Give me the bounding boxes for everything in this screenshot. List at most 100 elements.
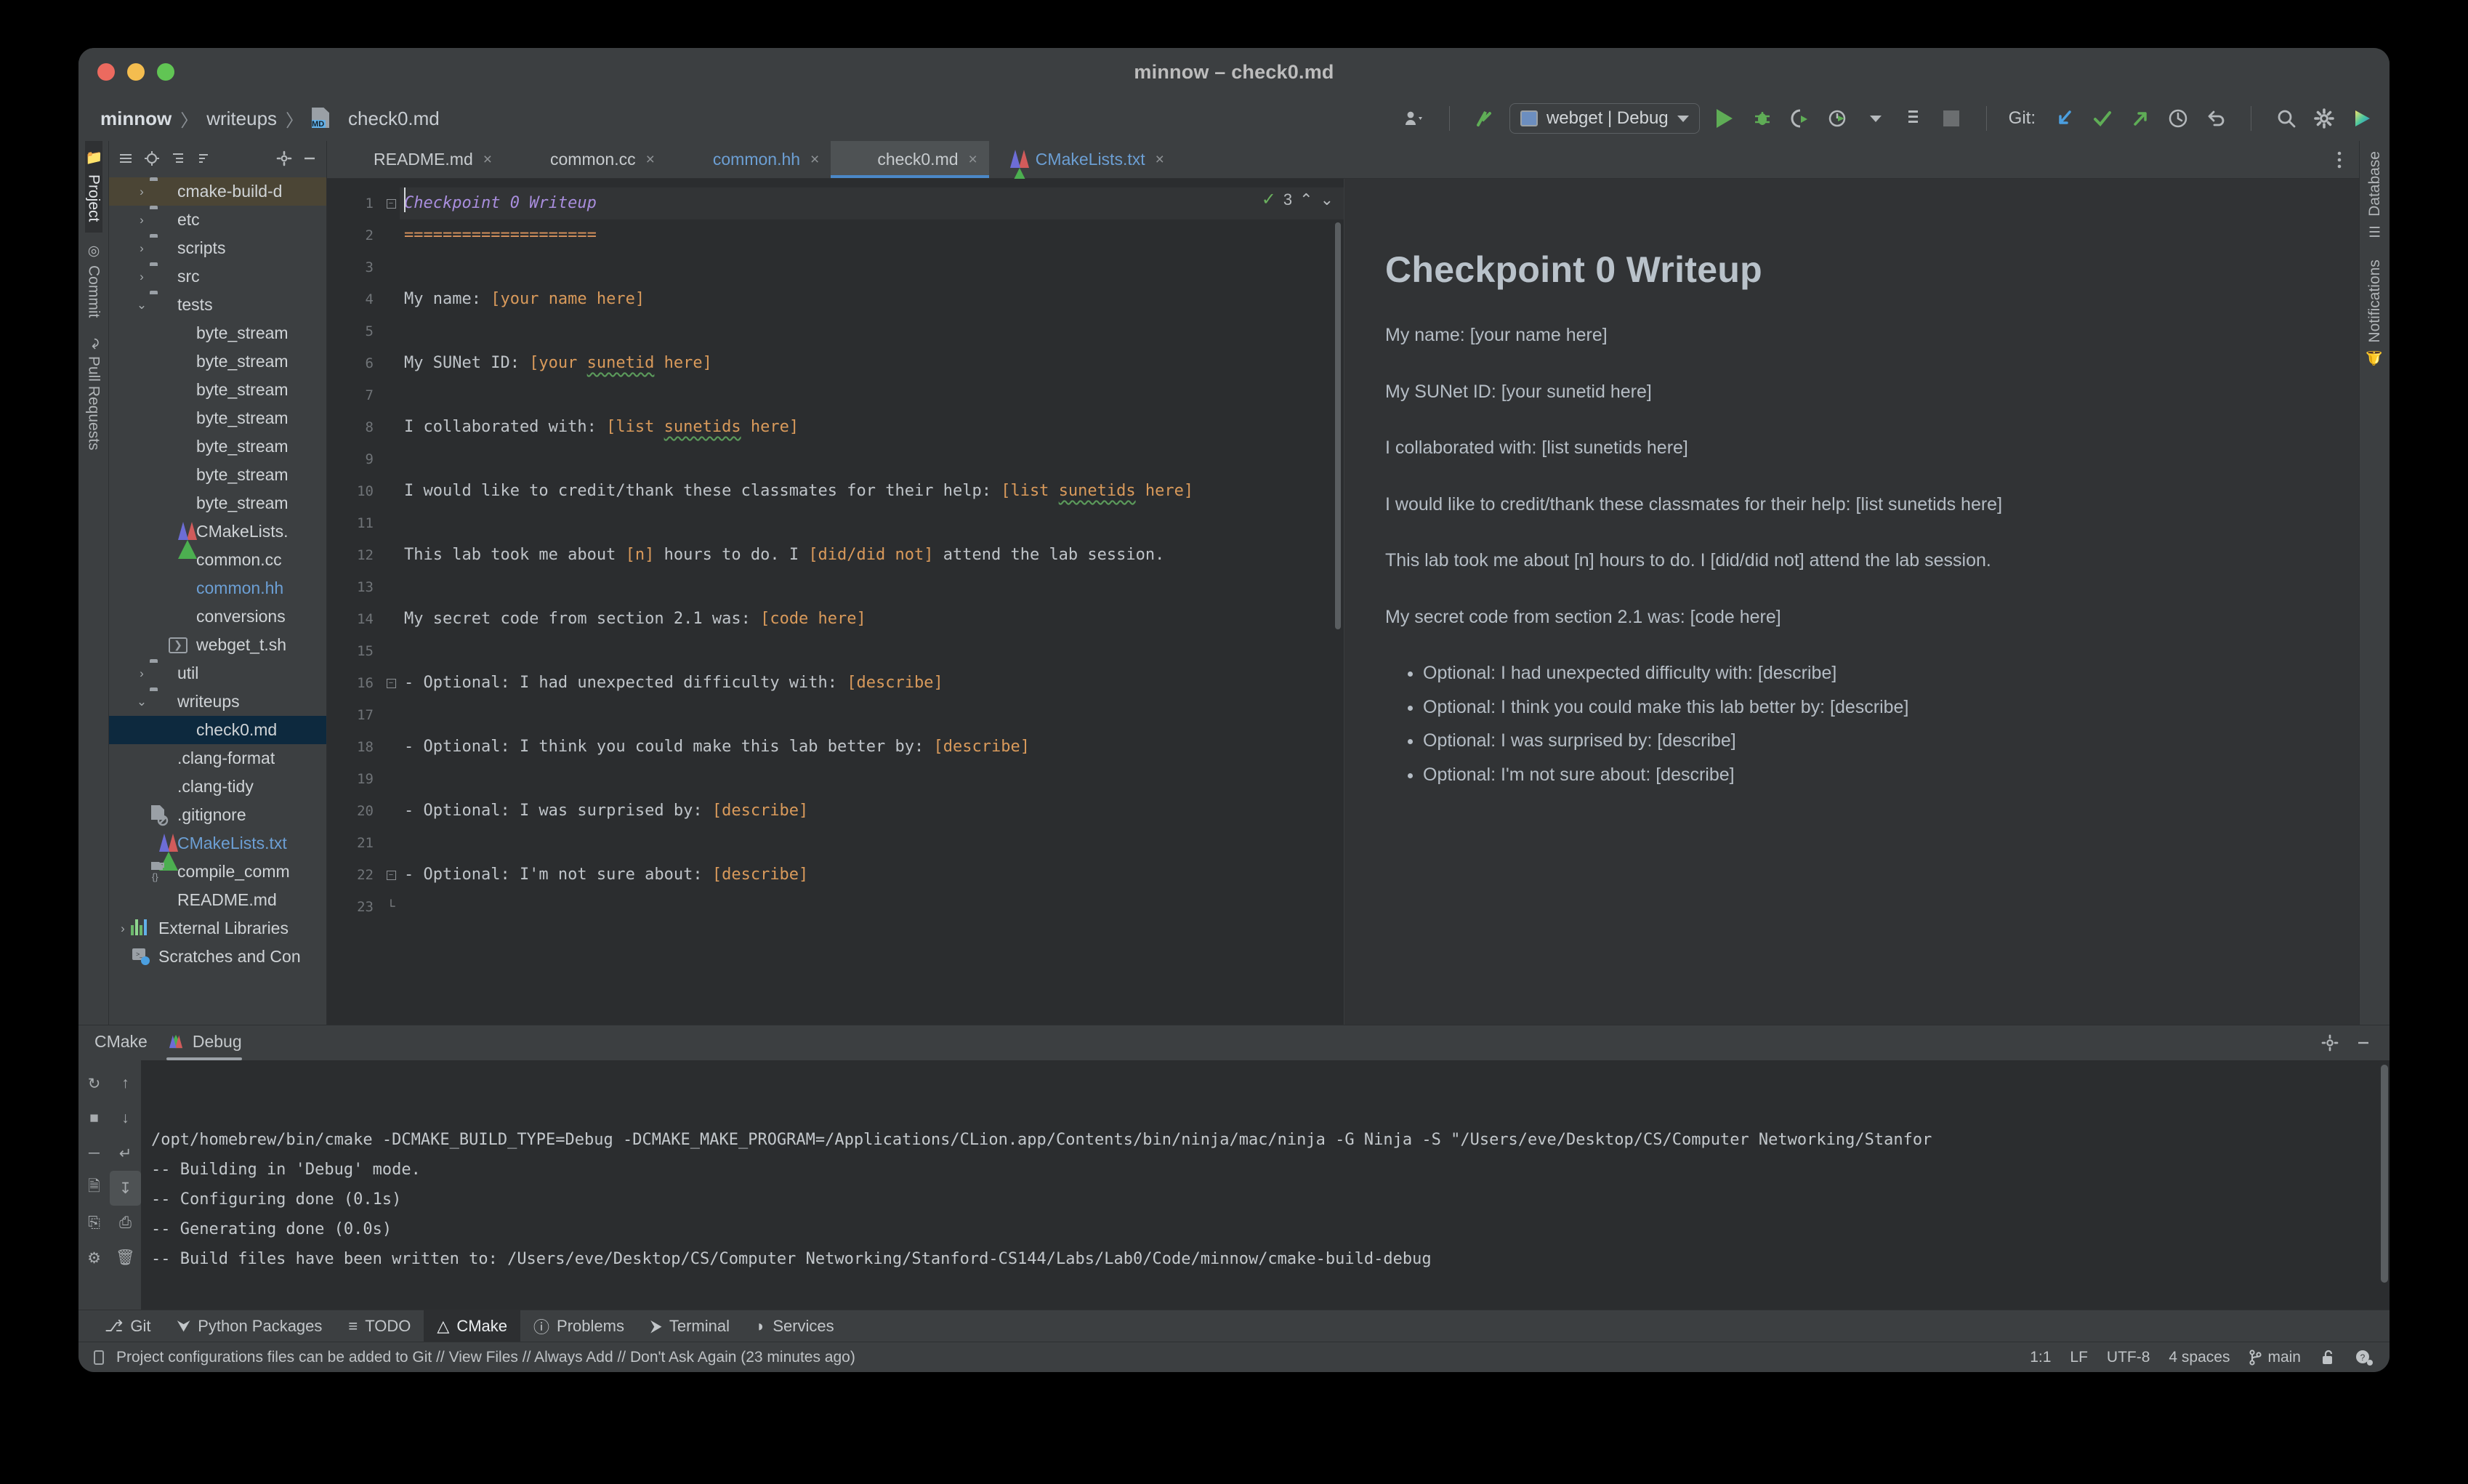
tool-window-button[interactable]: ⓘProblems bbox=[520, 1310, 637, 1342]
more-actions-icon[interactable] bbox=[1900, 105, 1927, 132]
close-tab-icon[interactable]: × bbox=[1156, 151, 1164, 169]
tree-item[interactable]: C++byte_stream bbox=[109, 461, 326, 489]
git-branch-widget[interactable]: main bbox=[2249, 1349, 2301, 1366]
close-tab-icon[interactable]: × bbox=[969, 151, 977, 169]
cmake-console-output[interactable]: /opt/homebrew/bin/cmake -DCMAKE_BUILD_TY… bbox=[141, 1060, 2390, 1310]
tree-item[interactable]: ›src bbox=[109, 262, 326, 291]
tree-item[interactable]: C++common.cc bbox=[109, 546, 326, 574]
run-icon[interactable] bbox=[1711, 105, 1738, 132]
tree-item[interactable]: ›etc bbox=[109, 206, 326, 234]
next-problem-icon[interactable]: ⌄ bbox=[1320, 190, 1334, 209]
tool-window-button[interactable]: ≡TODO bbox=[335, 1310, 424, 1342]
sort-icon[interactable] bbox=[196, 150, 212, 166]
tree-item[interactable]: ❯webget_t.sh bbox=[109, 631, 326, 659]
breadcrumb-project[interactable]: minnow bbox=[100, 108, 172, 130]
fold-marker-icon[interactable]: − bbox=[382, 187, 400, 219]
tool-window-button[interactable]: ⮞Terminal bbox=[637, 1310, 743, 1342]
tree-item[interactable]: ›External Libraries bbox=[109, 914, 326, 943]
ai-assistant-icon[interactable] bbox=[2349, 105, 2375, 132]
tree-item[interactable]: YML.clang-format bbox=[109, 744, 326, 773]
profiler-icon[interactable] bbox=[1825, 105, 1851, 132]
settings-icon[interactable] bbox=[2311, 105, 2337, 132]
tree-item[interactable]: MDcheck0.md bbox=[109, 716, 326, 744]
editor-scrollbar-thumb[interactable] bbox=[1335, 222, 1341, 629]
git-push-icon[interactable] bbox=[2127, 105, 2153, 132]
git-history-icon[interactable] bbox=[2165, 105, 2191, 132]
fold-marker-icon[interactable]: − bbox=[382, 859, 400, 891]
git-rollback-icon[interactable] bbox=[2203, 105, 2229, 132]
print-icon[interactable]: ⎙ bbox=[110, 1206, 141, 1241]
status-message[interactable]: Project configurations files can be adde… bbox=[116, 1349, 855, 1366]
console-scrollbar-thumb[interactable] bbox=[2381, 1065, 2388, 1283]
tree-item[interactable]: .gitignore bbox=[109, 801, 326, 829]
tree-item[interactable]: Hconversions bbox=[109, 602, 326, 631]
chevron-right-icon[interactable]: › bbox=[134, 666, 150, 681]
sidebar-item-pull-requests[interactable]: ↷ Pull Requests bbox=[85, 328, 102, 461]
tree-item[interactable]: C++byte_stream bbox=[109, 319, 326, 347]
tree-item[interactable]: C++byte_stream bbox=[109, 347, 326, 376]
unlock-icon[interactable] bbox=[2320, 1349, 2336, 1366]
hide-cmake-panel-icon[interactable] bbox=[2355, 1034, 2372, 1052]
collapse-all-icon[interactable] bbox=[118, 150, 134, 166]
tree-item[interactable]: C++byte_stream bbox=[109, 432, 326, 461]
cmake-options-icon[interactable]: ⚙ bbox=[78, 1241, 110, 1275]
tree-item[interactable]: CMakeLists.txt bbox=[109, 829, 326, 858]
stop-icon[interactable] bbox=[1938, 105, 1964, 132]
tree-item[interactable]: C++byte_stream bbox=[109, 376, 326, 404]
tree-item[interactable]: C++byte_stream bbox=[109, 404, 326, 432]
tree-item[interactable]: {}compile_comm bbox=[109, 858, 326, 886]
code-editor[interactable]: 1234567891011121314151617181920212223 −−… bbox=[327, 179, 1344, 1025]
wrap-text-icon[interactable]: ↵ bbox=[110, 1136, 141, 1171]
stop-cmake-icon[interactable]: ■ bbox=[78, 1101, 110, 1136]
tool-window-button[interactable]: ⎇Git bbox=[92, 1310, 164, 1342]
editor-tab[interactable]: MDcheck0.md× bbox=[831, 141, 988, 178]
account-icon[interactable] bbox=[1401, 105, 1427, 132]
open-file-icon[interactable]: 🗎 bbox=[78, 1171, 110, 1206]
tree-item[interactable]: CMakeLists. bbox=[109, 517, 326, 546]
more-run-icon[interactable] bbox=[1863, 105, 1889, 132]
editor-tab[interactable]: Hcommon.hh× bbox=[666, 141, 831, 178]
tree-item[interactable]: C++byte_stream bbox=[109, 489, 326, 517]
sidebar-item-database[interactable]: ☰ Database bbox=[2366, 141, 2384, 249]
tree-item[interactable]: >_Scratches and Con bbox=[109, 943, 326, 971]
expand-icon[interactable] bbox=[170, 150, 186, 166]
tree-item[interactable]: YML.clang-tidy bbox=[109, 773, 326, 801]
help-icon[interactable]: ? bbox=[2355, 1349, 2374, 1366]
project-settings-icon[interactable] bbox=[276, 150, 292, 166]
caret-position[interactable]: 1:1 bbox=[2030, 1349, 2051, 1366]
search-icon[interactable] bbox=[2273, 105, 2299, 132]
chevron-right-icon[interactable]: › bbox=[134, 241, 150, 256]
sidebar-item-commit[interactable]: ◎ Commit bbox=[85, 233, 102, 328]
tool-window-button[interactable]: ⮟Python Packages bbox=[164, 1310, 335, 1342]
updates-icon[interactable] bbox=[1472, 105, 1498, 132]
close-tab-icon[interactable]: × bbox=[646, 151, 655, 169]
editor-tabs-options-icon[interactable] bbox=[2320, 141, 2359, 178]
scroll-down-icon[interactable]: ↓ bbox=[110, 1101, 141, 1136]
git-commit-icon[interactable] bbox=[2089, 105, 2116, 132]
breadcrumb-file[interactable]: check0.md bbox=[348, 108, 440, 130]
rerun-cmake-icon[interactable]: ↻ bbox=[78, 1066, 110, 1101]
tree-item[interactable]: ⌄writeups bbox=[109, 687, 326, 716]
sidebar-item-project[interactable]: 📁 Project bbox=[85, 141, 102, 233]
tab-cmake-debug[interactable]: Debug bbox=[166, 1032, 242, 1054]
project-tree[interactable]: ›cmake-build-d›etc›scripts›src⌄testsC++b… bbox=[109, 176, 326, 1025]
hide-panel-icon[interactable] bbox=[302, 150, 318, 166]
editor-tab[interactable]: C++common.cc× bbox=[504, 141, 666, 178]
line-separator[interactable]: LF bbox=[2070, 1349, 2088, 1366]
chevron-down-icon[interactable]: ⌄ bbox=[134, 298, 150, 312]
encoding[interactable]: UTF-8 bbox=[2107, 1349, 2150, 1366]
clear-output-icon[interactable]: 🗑 bbox=[110, 1241, 141, 1275]
breadcrumb-folder[interactable]: writeups bbox=[206, 108, 277, 130]
editor-tab[interactable]: MDREADME.md× bbox=[327, 141, 504, 178]
close-tab-icon[interactable]: × bbox=[483, 151, 492, 169]
tree-item[interactable]: ›scripts bbox=[109, 234, 326, 262]
tree-item[interactable]: ›util bbox=[109, 659, 326, 687]
tab-cmake-output[interactable]: CMake bbox=[94, 1032, 148, 1054]
tree-item[interactable]: MDREADME.md bbox=[109, 886, 326, 914]
chevron-right-icon[interactable]: › bbox=[134, 270, 150, 284]
sidebar-item-notifications[interactable]: 🔔 Notifications bbox=[2366, 249, 2384, 376]
chevron-right-icon[interactable]: › bbox=[115, 922, 131, 936]
indent-setting[interactable]: 4 spaces bbox=[2169, 1349, 2230, 1366]
fold-marker-icon[interactable]: − bbox=[382, 667, 400, 699]
editor-tab[interactable]: CMakeLists.txt× bbox=[989, 141, 1176, 178]
